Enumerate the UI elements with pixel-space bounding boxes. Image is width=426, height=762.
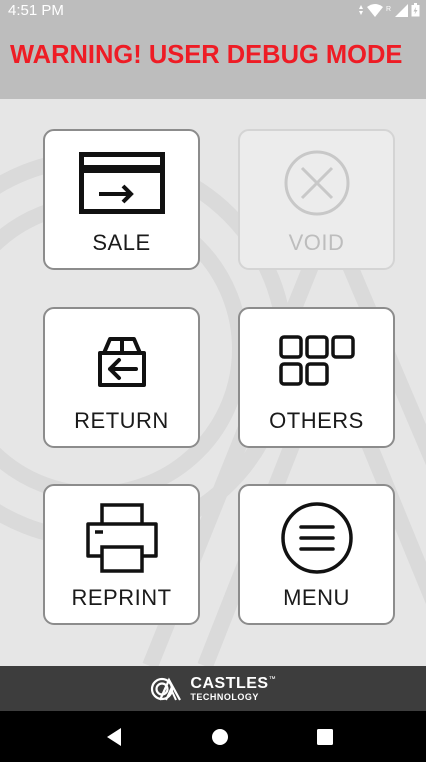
menu-label: MENU — [283, 585, 350, 610]
navigation-bar — [0, 711, 426, 762]
card-swipe-icon — [78, 152, 165, 214]
void-x-circle-icon — [284, 150, 349, 216]
reprint-button[interactable]: REPRINT — [43, 484, 200, 625]
status-bar: 4:51 PM R — [0, 0, 426, 20]
debug-mode-warning: WARNING! USER DEBUG MODE — [10, 41, 403, 69]
wifi-icon — [367, 3, 383, 17]
back-button[interactable] — [102, 725, 126, 749]
home-icon — [212, 729, 228, 745]
castles-brand: CASTLES™ TECHNOLOGY — [150, 674, 276, 702]
castles-logo-icon — [151, 677, 182, 701]
svg-text:R: R — [386, 6, 391, 13]
sale-label: SALE — [92, 230, 151, 255]
sale-button[interactable]: SALE — [43, 129, 200, 270]
menu-circle-icon — [280, 502, 353, 574]
data-arrow-icon — [359, 5, 363, 15]
void-label: VOID — [288, 230, 345, 255]
brand-name: CASTLES — [190, 674, 269, 692]
brand-footer: CASTLES™ TECHNOLOGY — [0, 666, 426, 711]
battery-icon — [411, 3, 420, 17]
status-icons: R — [358, 3, 420, 17]
return-label: RETURN — [74, 408, 169, 433]
status-time: 4:51 PM — [8, 2, 64, 19]
return-box-icon — [97, 337, 146, 387]
header-bar: WARNING! USER DEBUG MODE — [0, 20, 426, 99]
recents-icon — [317, 729, 333, 745]
home-button[interactable] — [208, 725, 232, 749]
recents-button[interactable] — [313, 725, 337, 749]
printer-icon — [85, 503, 158, 573]
return-button[interactable]: RETURN — [43, 307, 200, 448]
brand-subtitle: TECHNOLOGY — [190, 691, 259, 702]
grid-squares-icon — [278, 335, 355, 386]
roaming-r-icon: R — [386, 6, 391, 13]
others-label: OTHERS — [269, 408, 364, 433]
menu-button[interactable]: MENU — [238, 484, 395, 625]
void-button[interactable]: VOID — [238, 129, 395, 270]
back-icon — [107, 728, 121, 746]
reprint-label: REPRINT — [71, 585, 172, 610]
others-button[interactable]: OTHERS — [238, 307, 395, 448]
main-area: SALE VOID RETURN OTHERS REPRINT MENU — [0, 99, 426, 666]
cell-signal-icon — [395, 3, 408, 17]
brand-trademark: ™ — [268, 675, 276, 683]
